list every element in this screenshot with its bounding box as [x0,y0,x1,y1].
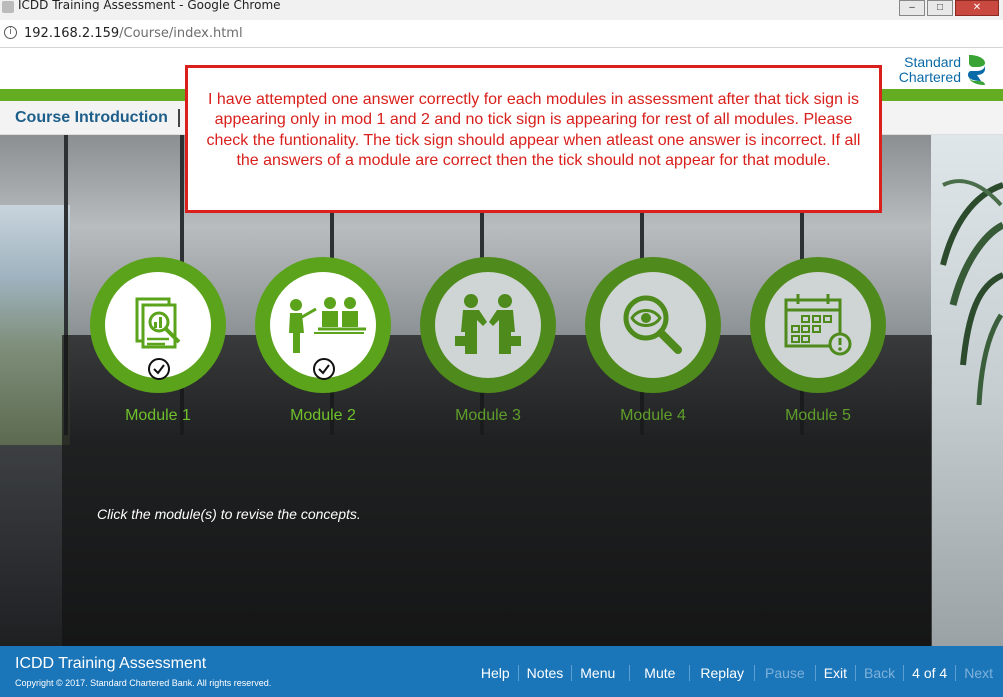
pause-button[interactable]: Pause [755,665,816,681]
url-text[interactable]: 192.168.2.159/Course/index.html [24,26,243,41]
course-footer: ICDD Training Assessment Copyright © 201… [0,646,1003,697]
meeting-icon [289,297,366,353]
window-title: ICDD Training Assessment - Google Chrome [18,0,281,12]
footer-navigation: Help Notes Menu Mute Replay Pause Exit B… [473,665,1003,681]
module-5[interactable]: Module 5 [750,257,886,425]
module-2[interactable]: Module 2 [255,257,391,425]
url-path: /Course/index.html [119,26,243,41]
nav-divider [178,109,180,127]
module-4-ring[interactable] [585,257,721,393]
module-1[interactable]: Module 1 [90,257,226,425]
minimize-button[interactable]: – [899,0,925,16]
module-3-ring[interactable] [420,257,556,393]
chrome-app-icon [2,1,14,13]
logo-mark-icon [968,55,985,85]
module-4[interactable]: Module 4 [585,257,721,425]
site-info-icon[interactable]: i [4,26,17,39]
footer-course-title: ICDD Training Assessment [15,655,207,672]
module-5-label[interactable]: Module 5 [750,407,886,425]
module-1-label[interactable]: Module 1 [90,407,226,425]
next-button[interactable]: Next [956,665,1003,681]
standard-chartered-logo: Standard Chartered [899,53,989,87]
address-bar[interactable]: i 192.168.2.159/Course/index.html [0,20,1003,48]
instruction-text: Click the module(s) to revise the concep… [97,506,361,522]
back-button[interactable]: Back [856,665,905,681]
maximize-button[interactable]: □ [927,0,953,16]
course-title: Course Introduction [15,109,168,126]
close-button[interactable]: ✕ [955,0,999,16]
module-2-tick-icon [313,358,335,380]
module-4-label[interactable]: Module 4 [585,407,721,425]
module-2-ring[interactable] [255,257,391,393]
replay-button[interactable]: Replay [690,665,755,681]
city-view [0,205,70,445]
help-button[interactable]: Help [473,665,519,681]
module-3-label[interactable]: Module 3 [420,407,556,425]
window-controls: – □ ✕ [897,0,999,16]
handshake-icon [455,294,521,354]
module-1-tick-icon [148,358,170,380]
url-host: 192.168.2.159 [24,26,120,41]
magnifier-eye-icon [623,295,682,354]
page-counter: 4 of 4 [904,665,957,681]
module-1-ring[interactable] [90,257,226,393]
footer-copyright: Copyright © 2017. Standard Chartered Ban… [15,678,272,688]
module-3[interactable]: Module 3 [420,257,556,425]
logo-line-1: Standard [904,54,961,70]
browser-titlebar: ICDD Training Assessment - Google Chrome… [0,0,1003,20]
menu-button[interactable]: Menu [572,665,631,681]
report-search-icon [135,297,181,349]
exit-button[interactable]: Exit [816,665,857,681]
notes-button[interactable]: Notes [519,665,573,681]
logo-text: Standard Chartered [899,55,961,85]
module-2-label[interactable]: Module 2 [255,407,391,425]
logo-line-2: Chartered [898,69,961,85]
review-annotation-callout: I have attempted one answer correctly fo… [185,65,882,213]
mute-button[interactable]: Mute [630,665,691,681]
module-5-ring[interactable] [750,257,886,393]
calendar-alert-icon [784,294,852,356]
